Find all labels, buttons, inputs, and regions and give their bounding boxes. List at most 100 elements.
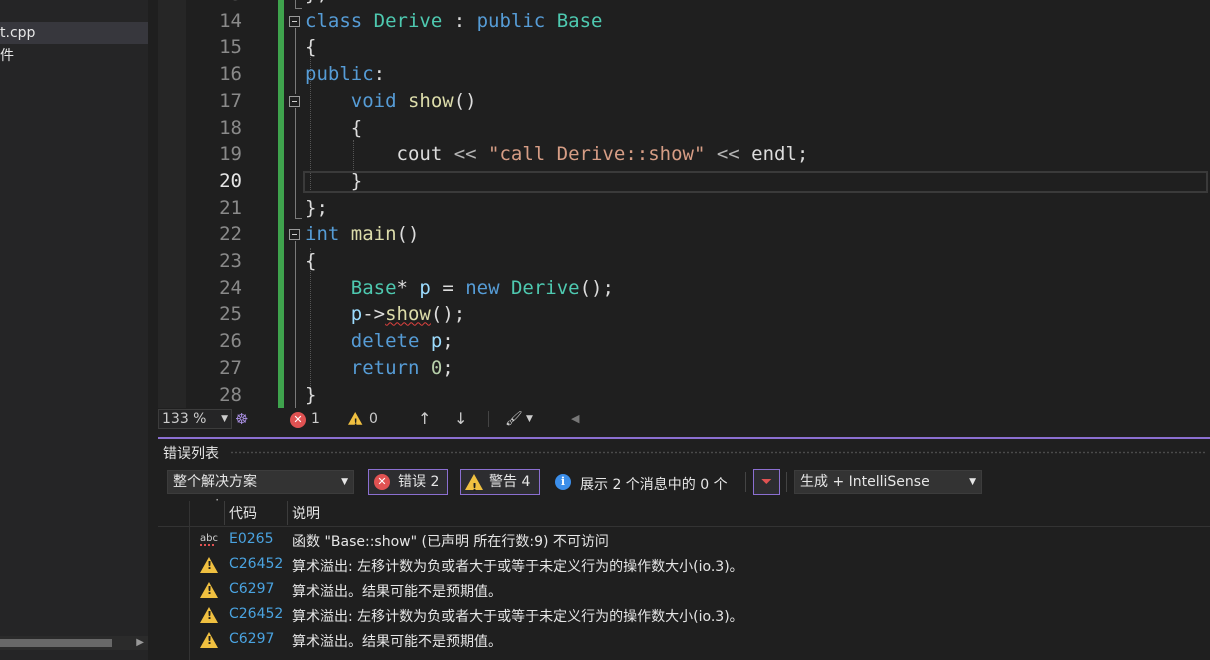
code-token: { (305, 36, 317, 59)
explorer-item-cpp-file[interactable]: t.cpp (0, 22, 148, 44)
code-token: show (407, 89, 454, 112)
panel-grip[interactable] (230, 451, 1205, 454)
messages-filter-button[interactable]: i 展示 2 个消息中的 0 个 (553, 471, 741, 493)
code-token: () (396, 223, 420, 246)
code-token: = (430, 276, 466, 299)
filter-toggle-button[interactable]: ⏷ (753, 469, 780, 495)
error-list-row[interactable]: C26452 算术溢出: 左移计数为负或者大于或等于未定义行为的操作数大小(io.… (158, 553, 1210, 578)
chevron-down-icon: ▼ (221, 414, 228, 424)
code-line[interactable]: } (305, 384, 316, 406)
previous-issue-arrow-icon[interactable]: ↑ (418, 408, 431, 430)
code-line[interactable]: public: (305, 63, 385, 85)
chevron-down-icon[interactable]: ▼ (526, 408, 533, 430)
scroll-right-arrow-icon[interactable]: ▶ (136, 636, 144, 650)
code-token: p (430, 330, 443, 353)
code-line[interactable]: void show() (305, 90, 477, 112)
code-line[interactable]: class Derive : public Base (305, 10, 602, 32)
code-line[interactable]: int main() (305, 223, 419, 245)
code-token: cout (305, 143, 454, 166)
errors-filter-button[interactable]: ✕ 错误 2 (368, 469, 448, 495)
line-number: 18 (219, 116, 242, 139)
code-token: () (453, 89, 477, 112)
build-source-dropdown[interactable]: 生成 + IntelliSense ▼ (794, 470, 982, 494)
next-issue-arrow-icon[interactable]: ↓ (454, 408, 467, 430)
code-token: }; (305, 196, 328, 219)
error-code-link[interactable]: E0265 (229, 531, 273, 547)
column-divider[interactable] (287, 501, 288, 525)
column-header-code[interactable]: 代码 (229, 503, 257, 523)
zoom-level-dropdown[interactable]: 133 % ▼ (158, 409, 232, 429)
code-token: << (453, 143, 489, 166)
code-token: } (305, 383, 317, 406)
error-code-link[interactable]: C6297 (229, 581, 274, 597)
code-line[interactable]: { (305, 250, 316, 272)
explorer-item-files[interactable]: 件 (0, 45, 148, 67)
code-token: : (373, 63, 386, 86)
code-token: (); (430, 303, 466, 326)
fold-end-marker (295, 8, 302, 9)
collapse-class-icon[interactable] (289, 16, 300, 27)
code-line[interactable]: }; (305, 0, 328, 5)
current-line-highlight (303, 171, 1208, 193)
code-token: * (396, 276, 420, 299)
warning-icon (200, 557, 218, 573)
error-icon: ✕ (290, 412, 306, 428)
warning-icon (200, 607, 218, 623)
code-line[interactable]: { (305, 117, 362, 139)
error-description: 算术溢出: 左移计数为负或者大于或等于未定义行为的操作数大小(io.3)。 (292, 559, 744, 575)
code-line[interactable]: } (305, 170, 362, 192)
warnings-filter-button[interactable]: 警告 4 (460, 469, 540, 500)
code-line[interactable]: delete p; (305, 330, 454, 352)
scope-dropdown[interactable]: 整个解决方案 ▼ (167, 470, 354, 494)
warning-icon (348, 412, 363, 431)
scrollbar-thumb[interactable] (0, 639, 112, 647)
column-divider[interactable] (224, 501, 225, 525)
pane-splitter[interactable] (148, 0, 158, 660)
code-line[interactable]: { (305, 36, 316, 58)
explorer-horizontal-scrollbar[interactable]: ▶ (0, 636, 148, 650)
error-list-row[interactable]: C6297 算术溢出。结果可能不是预期值。 (158, 578, 1210, 603)
error-list-row[interactable]: C6297 算术溢出。结果可能不是预期值。 (158, 628, 1210, 653)
code-line[interactable]: p->show(); (305, 303, 465, 325)
divider (786, 472, 787, 492)
copilot-icon[interactable]: ☸ (235, 408, 248, 430)
collapse-function-icon[interactable] (289, 96, 300, 107)
column-header-description[interactable]: 说明 (292, 503, 320, 523)
warning-count: 0 (369, 411, 378, 427)
sort-indicator-icon[interactable]: ⠐ (212, 496, 219, 507)
code-token: delete (350, 330, 431, 353)
line-number: 23 (219, 250, 242, 272)
build-source-value: 生成 + IntelliSense (800, 474, 930, 490)
error-code-link[interactable]: C26452 (229, 606, 283, 622)
chevron-down-icon: ▼ (969, 477, 976, 487)
code-token: Derive (510, 276, 580, 299)
collapse-main-icon[interactable] (289, 229, 300, 240)
line-number: 25 (219, 303, 242, 326)
code-token: Base (350, 276, 397, 299)
error-description: 算术溢出。结果可能不是预期值。 (292, 584, 502, 600)
code-line[interactable]: }; (305, 197, 328, 219)
intellisense-error-icon: abc (200, 533, 218, 546)
fold-line (295, 0, 296, 8)
code-line[interactable]: Base* p = new Derive(); (305, 277, 614, 299)
scroll-left-arrow-icon[interactable]: ◀ (571, 408, 579, 430)
error-code-link[interactable]: C6297 (229, 631, 274, 647)
error-list-row[interactable]: C26452 算术溢出: 左移计数为负或者大于或等于未定义行为的操作数大小(io.… (158, 603, 1210, 628)
solution-explorer: t.cpp 件 ▶ (0, 0, 148, 660)
code-token: << (705, 143, 752, 166)
line-number: 15 (219, 36, 242, 59)
line-number: 21 (219, 196, 242, 219)
code-cleanup-brush-icon[interactable]: 🖌 (505, 408, 523, 430)
code-line[interactable]: return 0; (305, 357, 454, 379)
error-code-link[interactable]: C26452 (229, 556, 283, 572)
error-list-row[interactable]: abc E0265 函数 "Base::show" (已声明 所在行数:9) 不可访… (158, 528, 1210, 553)
code-editor[interactable]: 13 14 15 16 17 18 19 20 21 22 23 24 25 26 27 28 }; class… (158, 0, 1210, 408)
divider (745, 472, 746, 492)
editor-status-bar: 133 % ▼ ☸ ✕ 1 0 ↑ ↓ 🖌 ▼ ◀ (158, 408, 1210, 431)
code-token: ; (796, 143, 809, 166)
code-line[interactable]: cout << "call Derive::show" << endl; (305, 143, 809, 166)
line-number: 28 (219, 383, 242, 406)
